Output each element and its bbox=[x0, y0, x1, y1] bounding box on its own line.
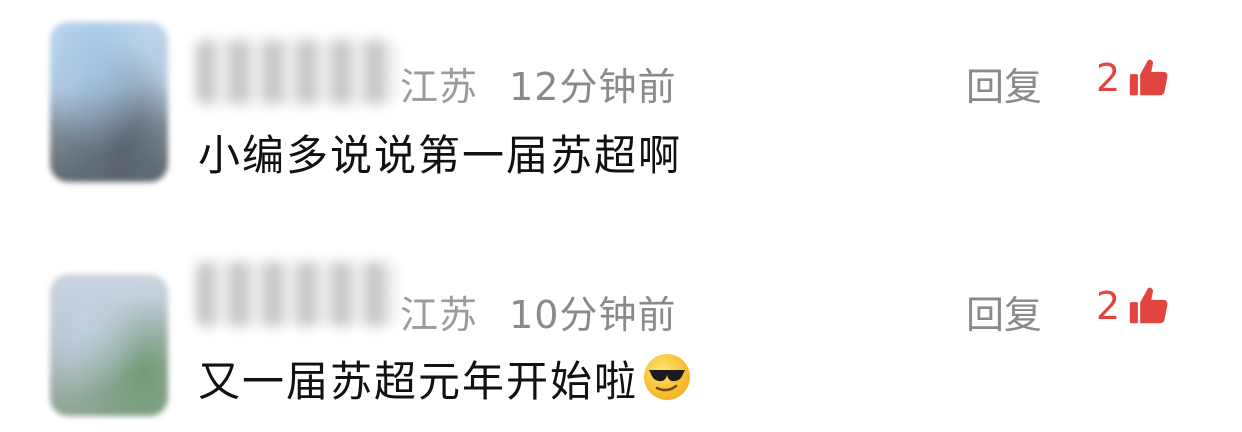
comment-region: 江苏 bbox=[400, 293, 479, 337]
reply-button[interactable]: 回复 bbox=[966, 56, 1042, 111]
thumbs-up-icon bbox=[1126, 55, 1172, 101]
username-redacted[interactable] bbox=[196, 40, 396, 104]
comment-time: 12分钟前 bbox=[509, 65, 677, 109]
sunglasses-emoji-icon bbox=[642, 352, 692, 412]
like-button[interactable]: 2 bbox=[1096, 54, 1172, 102]
reply-button[interactable]: 回复 bbox=[966, 284, 1042, 339]
comment-meta: 江苏 12分钟前 bbox=[400, 56, 676, 111]
username-redacted[interactable] bbox=[196, 262, 396, 326]
like-count: 2 bbox=[1096, 284, 1121, 328]
avatar[interactable] bbox=[50, 274, 168, 416]
comment-text-row: 又一届苏超元年开始啦 bbox=[198, 348, 692, 412]
like-count: 2 bbox=[1096, 56, 1121, 100]
comment-item: 江苏 10分钟前 回复 2 又一届苏超元年开始啦 bbox=[0, 236, 1242, 426]
comment-meta: 江苏 10分钟前 bbox=[400, 284, 676, 339]
comment-region: 江苏 bbox=[400, 65, 479, 109]
comment-item: 江苏 12分钟前 回复 2 小编多说说第一届苏超啊 bbox=[0, 0, 1242, 190]
comment-time: 10分钟前 bbox=[509, 293, 677, 337]
like-button[interactable]: 2 bbox=[1096, 282, 1172, 330]
comment-text: 又一届苏超元年开始啦 bbox=[198, 357, 639, 406]
comment-text: 小编多说说第一届苏超啊 bbox=[198, 131, 683, 180]
avatar[interactable] bbox=[50, 22, 168, 182]
thumbs-up-icon bbox=[1126, 283, 1172, 329]
